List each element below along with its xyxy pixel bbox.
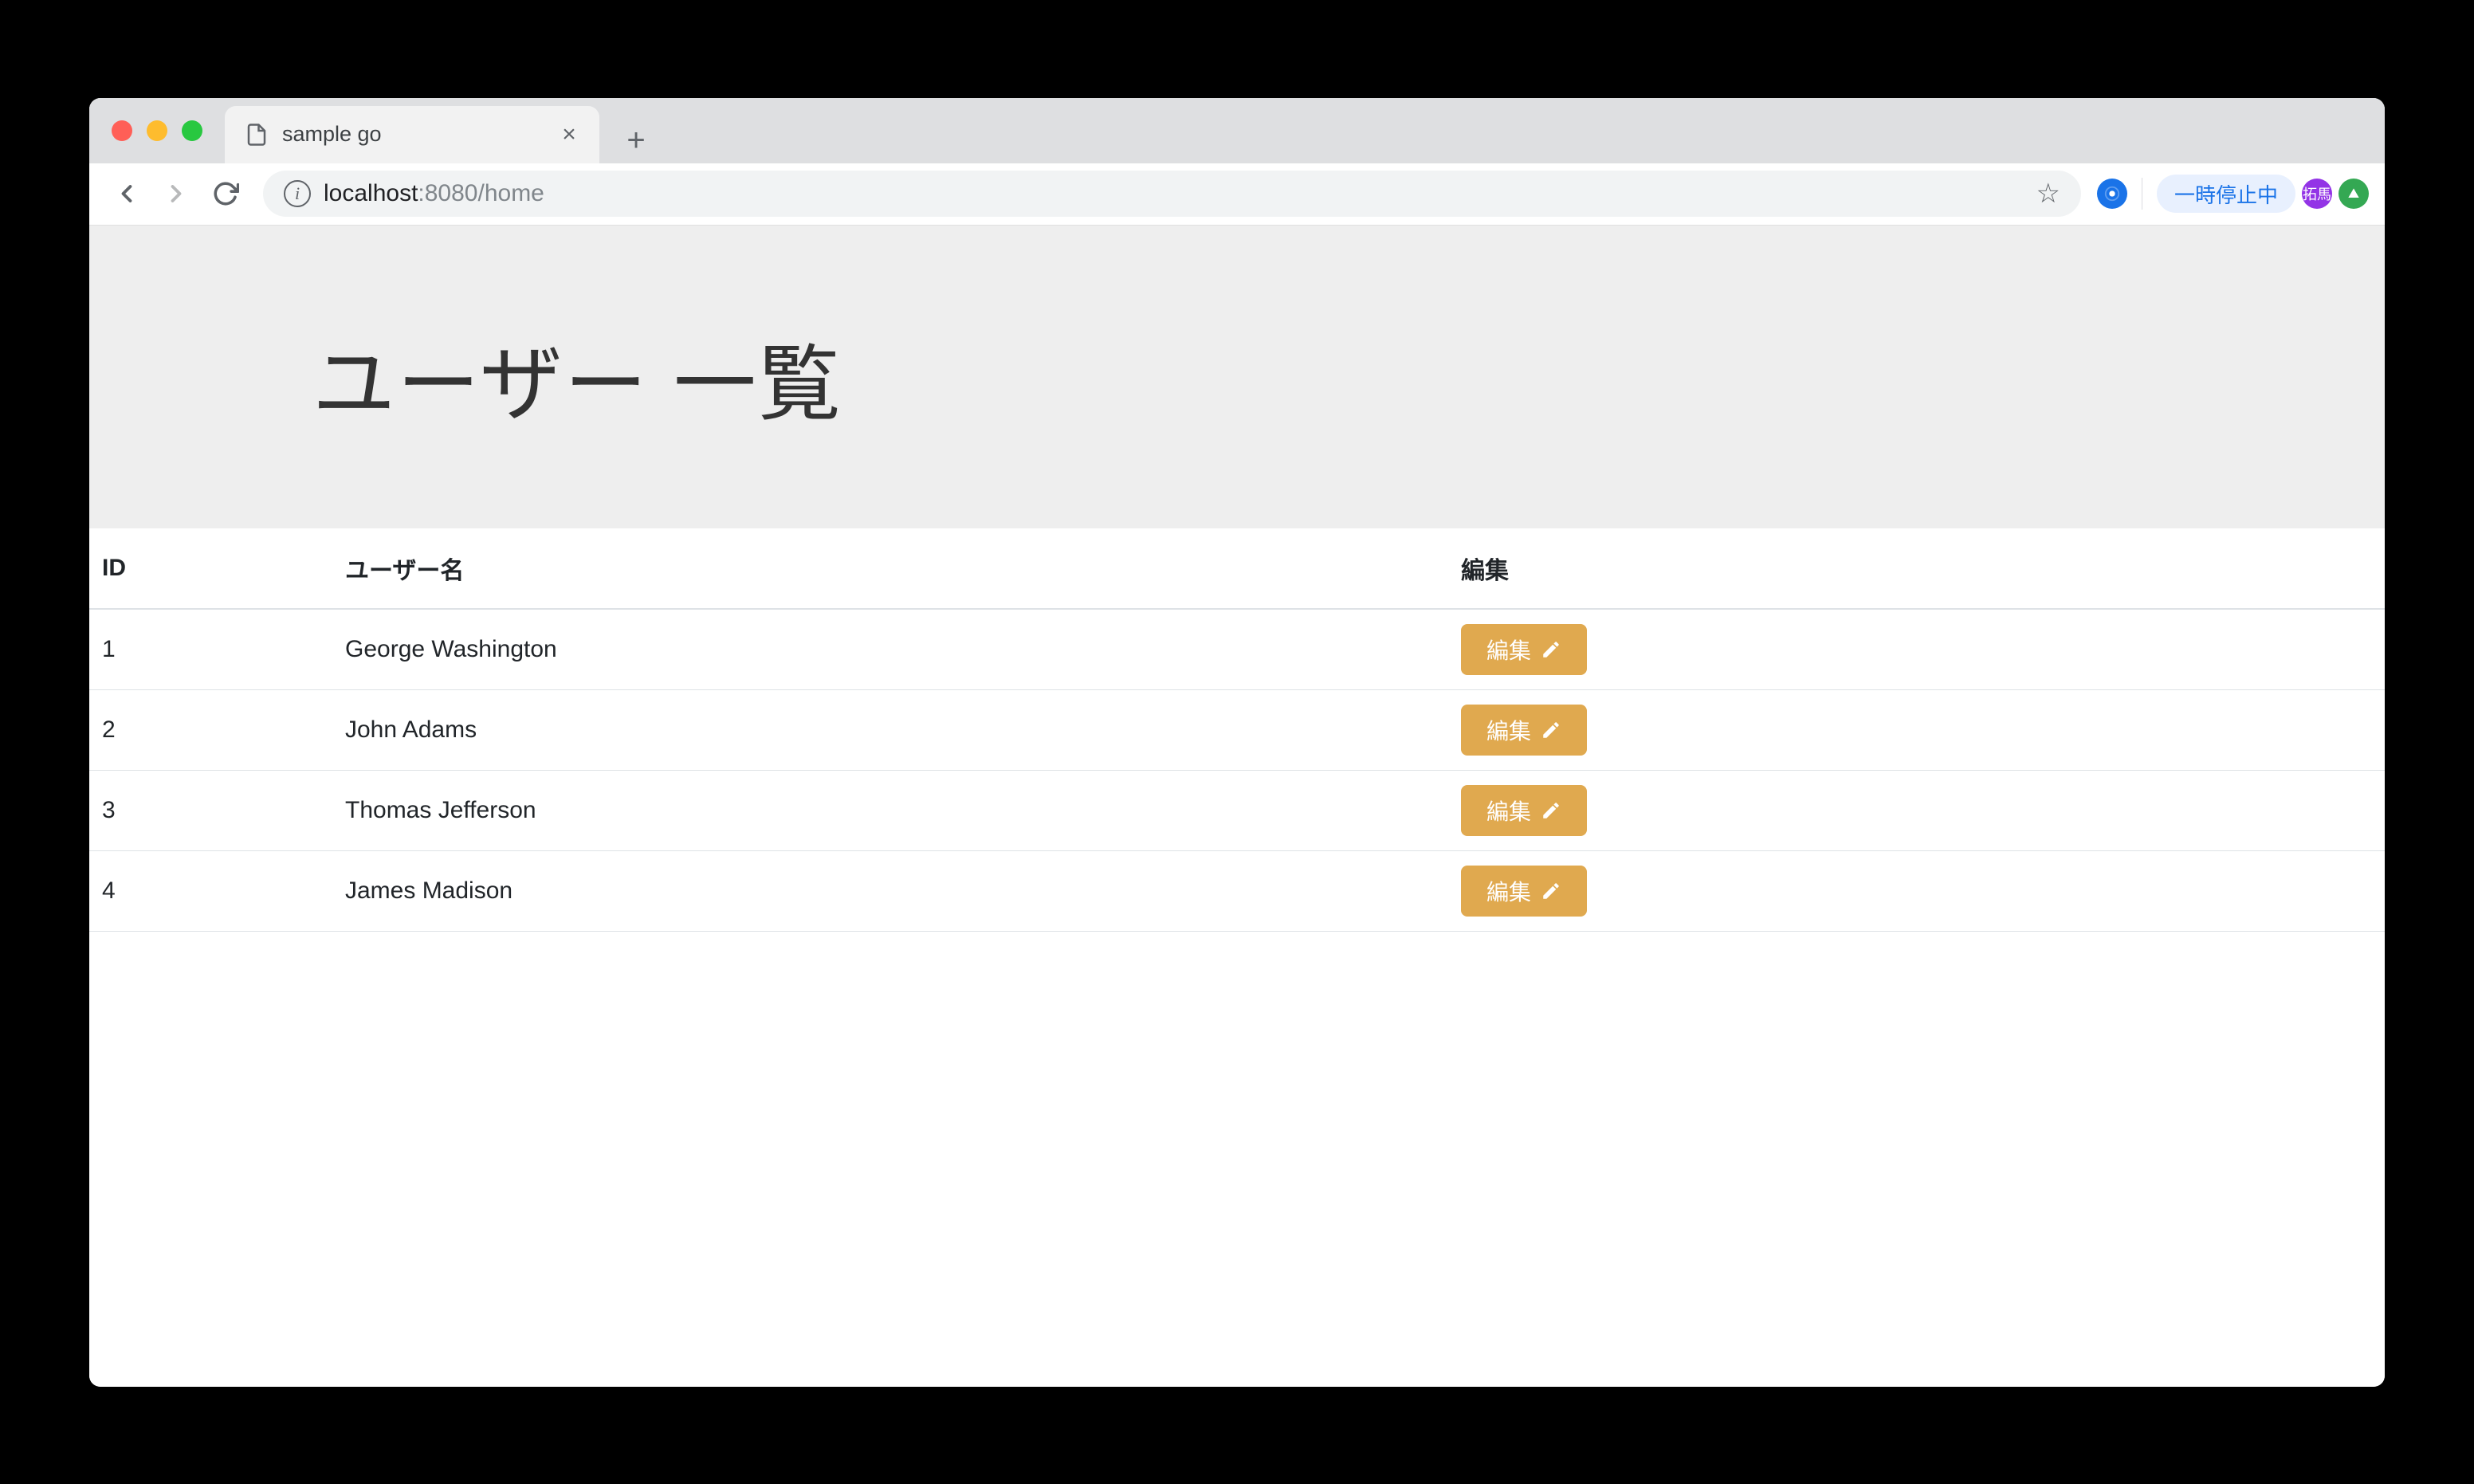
cell-name: John Adams (332, 689, 1448, 770)
close-window-button[interactable] (112, 120, 132, 141)
url-port: :8080 (418, 180, 477, 207)
browser-window: sample go × + i localhost:8080/home ☆ (89, 98, 2385, 1387)
url-text: localhost:8080/home (324, 180, 544, 207)
table-header-row: ID ユーザー名 編集 (89, 528, 2385, 609)
reload-button[interactable] (204, 172, 247, 215)
edit-button-label: 編集 (1486, 795, 1531, 826)
pencil-icon (1541, 881, 1561, 901)
cell-edit: 編集 (1448, 850, 2385, 931)
table-row: 2John Adams 編集 (89, 689, 2385, 770)
cell-id: 3 (89, 770, 332, 850)
new-tab-button[interactable]: + (614, 119, 658, 163)
minimize-window-button[interactable] (147, 120, 167, 141)
edit-button[interactable]: 編集 (1461, 705, 1587, 756)
site-info-icon[interactable]: i (284, 180, 311, 207)
table-row: 1George Washington 編集 (89, 609, 2385, 690)
header-name: ユーザー名 (332, 528, 1448, 609)
tab-strip: sample go × + (225, 98, 658, 163)
cell-id: 4 (89, 850, 332, 931)
file-icon (244, 122, 269, 147)
pencil-icon (1541, 639, 1561, 660)
edit-button-label: 編集 (1486, 875, 1531, 907)
cell-id: 1 (89, 609, 332, 690)
profile-initials: 拓馬 (2303, 183, 2331, 204)
user-table-container: ID ユーザー名 編集 1George Washington編集2John Ad… (89, 528, 2385, 932)
pencil-icon (1541, 800, 1561, 821)
edit-button[interactable]: 編集 (1461, 866, 1587, 917)
cell-edit: 編集 (1448, 609, 2385, 690)
cell-name: George Washington (332, 609, 1448, 690)
browser-tab[interactable]: sample go × (225, 106, 599, 163)
window-controls (112, 120, 202, 141)
page-viewport: ユーザー 一覧 ID ユーザー名 編集 1George Washington編集… (89, 226, 2385, 1387)
edit-button-label: 編集 (1486, 634, 1531, 665)
pause-status-pill[interactable]: 一時停止中 (2157, 175, 2295, 213)
tab-title: sample go (282, 122, 545, 147)
forward-button[interactable] (155, 172, 198, 215)
page-header: ユーザー 一覧 (89, 226, 2385, 528)
pause-status-label: 一時停止中 (2174, 179, 2278, 209)
user-table: ID ユーザー名 編集 1George Washington編集2John Ad… (89, 528, 2385, 932)
address-bar[interactable]: i localhost:8080/home ☆ (263, 171, 2081, 217)
extension-icon[interactable] (2097, 179, 2127, 209)
profile-avatar[interactable]: 拓馬 (2302, 179, 2332, 209)
page-title: ユーザー 一覧 (312, 316, 842, 437)
cell-id: 2 (89, 689, 332, 770)
cell-edit: 編集 (1448, 689, 2385, 770)
table-row: 3Thomas Jefferson 編集 (89, 770, 2385, 850)
maximize-window-button[interactable] (182, 120, 202, 141)
header-edit: 編集 (1448, 528, 2385, 609)
toolbar: i localhost:8080/home ☆ 一時停止中 拓馬 (89, 163, 2385, 226)
cell-edit: 編集 (1448, 770, 2385, 850)
close-tab-icon[interactable]: × (558, 124, 580, 146)
back-button[interactable] (105, 172, 148, 215)
pencil-icon (1541, 720, 1561, 740)
table-row: 4James Madison 編集 (89, 850, 2385, 931)
url-path: /home (477, 180, 544, 207)
header-id: ID (89, 528, 332, 609)
titlebar: sample go × + (89, 98, 2385, 163)
cell-name: Thomas Jefferson (332, 770, 1448, 850)
edit-button-label: 編集 (1486, 714, 1531, 746)
extension-icon-2[interactable] (2339, 179, 2369, 209)
url-host: localhost (324, 180, 418, 207)
edit-button[interactable]: 編集 (1461, 785, 1587, 836)
bookmark-star-icon[interactable]: ☆ (2036, 178, 2060, 210)
edit-button[interactable]: 編集 (1461, 624, 1587, 675)
cell-name: James Madison (332, 850, 1448, 931)
